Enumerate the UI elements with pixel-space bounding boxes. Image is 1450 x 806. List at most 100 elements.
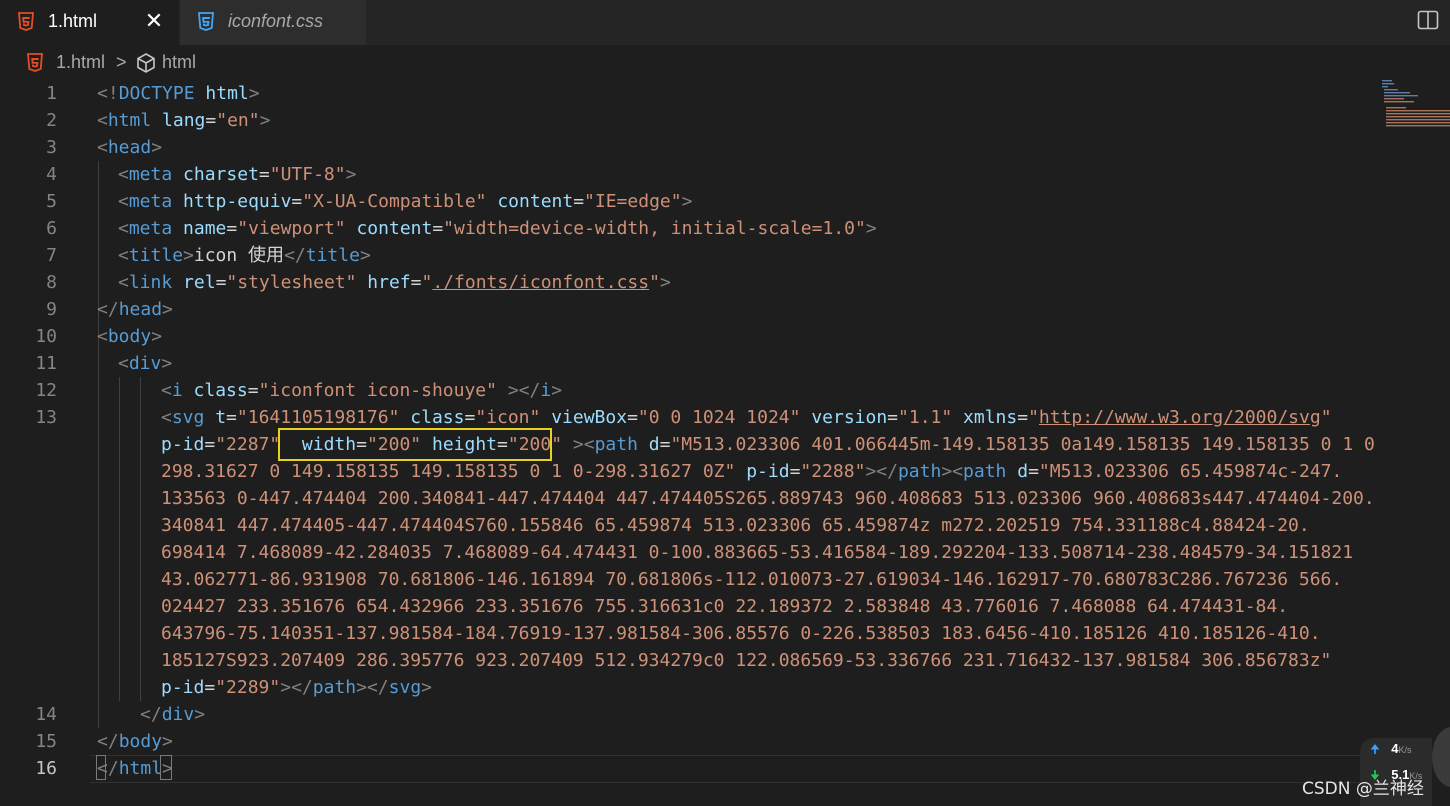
code-line: 298.31627 0 149.158135 149.158135 0 1 0-… bbox=[161, 458, 1342, 485]
symbol-element-icon bbox=[137, 53, 155, 73]
minimap[interactable] bbox=[1380, 78, 1450, 133]
punct: = bbox=[226, 407, 237, 428]
tab-1-html[interactable]: 1.html ✕ bbox=[0, 0, 180, 45]
code-line: <link rel="stylesheet" href="./fonts/ico… bbox=[118, 269, 671, 296]
string: " bbox=[421, 272, 433, 293]
xmlns-link[interactable]: http://www.w3.org/2000/svg bbox=[1039, 407, 1321, 428]
punct: > bbox=[659, 272, 671, 293]
punct: < bbox=[97, 326, 108, 347]
breadcrumb-symbol[interactable]: html bbox=[162, 52, 196, 73]
tab-iconfont-css[interactable]: iconfont.css bbox=[180, 0, 366, 45]
punct: > bbox=[865, 461, 877, 482]
line-number: 4 bbox=[46, 164, 57, 185]
href-link[interactable]: ./fonts/iconfont.css bbox=[432, 272, 649, 293]
punct: > bbox=[248, 83, 260, 104]
punct: = bbox=[205, 110, 217, 131]
punct: < bbox=[118, 191, 129, 212]
attr: p-id bbox=[746, 461, 790, 482]
punct: </ bbox=[291, 677, 313, 698]
upload-unit: K/s bbox=[1398, 745, 1412, 755]
string: "IE=edge" bbox=[584, 191, 682, 212]
punct: < bbox=[118, 245, 129, 266]
tag: DOCTYPE bbox=[118, 83, 195, 104]
string: "en" bbox=[216, 110, 260, 131]
upload-arrow-icon: 🠉 bbox=[1370, 742, 1380, 756]
punct: = bbox=[215, 272, 227, 293]
line-number: 9 bbox=[46, 299, 57, 320]
line-number-current: 16 bbox=[35, 758, 57, 779]
tag: body bbox=[107, 326, 152, 347]
line-number: 7 bbox=[46, 245, 57, 266]
code-line: 643796-75.140351-137.981584-184.76919-13… bbox=[161, 623, 1321, 644]
punct: = bbox=[887, 407, 899, 428]
upload-value: 4 bbox=[1391, 741, 1399, 756]
punct: > bbox=[496, 380, 519, 401]
line-number: 3 bbox=[46, 137, 57, 158]
punct: </ bbox=[97, 299, 119, 320]
line-number: 1 bbox=[46, 83, 57, 104]
attr: d bbox=[648, 434, 660, 455]
attr: content bbox=[356, 218, 433, 239]
code-line: <meta name="viewport" content="width=dev… bbox=[118, 215, 877, 242]
code-line: <i class="iconfont icon-shouye" ></i> bbox=[161, 377, 562, 404]
indent-guide bbox=[98, 161, 99, 728]
code-line: <meta charset="UTF-8"> bbox=[118, 161, 356, 188]
tag: title bbox=[305, 245, 360, 266]
current-line-highlight bbox=[90, 755, 1370, 783]
code-editor[interactable]: 1 2 3 4 5 6 7 8 9 10 11 12 13 14 15 16 <… bbox=[0, 80, 1450, 806]
punct: > bbox=[161, 353, 173, 374]
attr: href bbox=[367, 272, 411, 293]
attr: lang bbox=[162, 110, 206, 131]
line-number: 13 bbox=[35, 407, 57, 428]
string: "M513.023306 65.459874c-247. bbox=[1038, 461, 1343, 482]
punct: > bbox=[259, 110, 271, 131]
tag: title bbox=[128, 245, 184, 266]
tag: body bbox=[118, 731, 163, 752]
punct: > bbox=[345, 164, 357, 185]
attr: charset bbox=[183, 164, 259, 185]
punct: < bbox=[161, 380, 172, 401]
punct: < bbox=[583, 434, 595, 455]
punct: = bbox=[258, 164, 270, 185]
code-line: p-id="2289"></path></svg> bbox=[161, 674, 432, 701]
split-editor-icon[interactable] bbox=[1416, 8, 1440, 32]
tag: meta bbox=[128, 191, 173, 212]
code-line: </div> bbox=[140, 701, 205, 728]
tag: div bbox=[128, 353, 162, 374]
tag: meta bbox=[128, 164, 173, 185]
punct: = bbox=[247, 380, 259, 401]
breadcrumb-file[interactable]: 1.html bbox=[56, 52, 105, 73]
string: "icon" bbox=[475, 407, 541, 428]
tag: head bbox=[118, 299, 163, 320]
tag: meta bbox=[128, 218, 173, 239]
attr: rel bbox=[183, 272, 216, 293]
code-line: </body> bbox=[97, 728, 173, 755]
punct: </ bbox=[284, 245, 306, 266]
line-number: 15 bbox=[35, 731, 57, 752]
attr: p-id bbox=[161, 677, 205, 698]
tab-label: iconfont.css bbox=[228, 11, 324, 31]
line-number: 12 bbox=[35, 380, 57, 401]
code-line: 133563 0-447.474404 200.340841-447.47440… bbox=[161, 488, 1375, 509]
attr: d bbox=[1017, 461, 1029, 482]
breadcrumb: 1.html > html bbox=[0, 45, 1450, 80]
punct: = bbox=[226, 218, 238, 239]
close-icon[interactable]: ✕ bbox=[144, 9, 164, 33]
string: "viewport" bbox=[237, 218, 346, 239]
punct: > bbox=[421, 677, 433, 698]
punct: < bbox=[97, 137, 108, 158]
tag: path bbox=[594, 434, 638, 455]
punct: = bbox=[291, 191, 303, 212]
attr: viewBox bbox=[551, 407, 628, 428]
code-line: </head> bbox=[97, 296, 173, 323]
punct: > bbox=[162, 758, 173, 779]
html5-icon bbox=[18, 12, 34, 31]
code-line: </html> bbox=[97, 755, 173, 782]
string: " bbox=[1320, 407, 1332, 428]
string: "X-UA-Compatible" bbox=[302, 191, 487, 212]
tag: link bbox=[128, 272, 173, 293]
code-line: <svg t="1641105198176" class="icon" view… bbox=[161, 404, 1332, 431]
attr: t bbox=[215, 407, 227, 428]
line-number: 14 bbox=[35, 704, 57, 725]
punct: = bbox=[1017, 407, 1029, 428]
